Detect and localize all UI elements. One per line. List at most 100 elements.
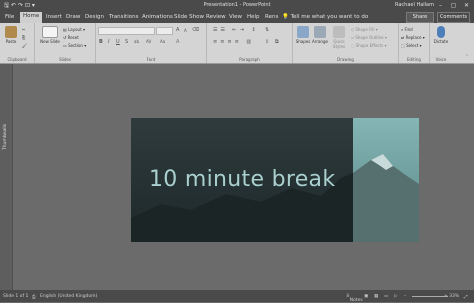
shapes-icon (297, 26, 309, 38)
slide-sorter-icon[interactable]: ▦ (374, 294, 378, 299)
tab-slide-show[interactable]: Slide Show (171, 13, 207, 21)
character-spacing-button[interactable]: AV (146, 39, 151, 44)
arrange-button[interactable]: Arrange (311, 26, 329, 44)
reading-view-icon[interactable]: ▭ (384, 294, 388, 299)
maximize-button[interactable]: ▢ (447, 0, 460, 11)
collapse-ribbon-icon[interactable]: ˄ (466, 54, 468, 59)
bold-button[interactable]: B (99, 39, 103, 45)
section-label: Section (68, 43, 83, 48)
slideshow-view-icon[interactable]: ▷ (394, 294, 397, 299)
thumbnails-pane[interactable]: › Thumbnails (0, 64, 13, 290)
paste-label: Paste (5, 39, 17, 44)
select-button[interactable]: ⬚ Select ▾ (401, 43, 422, 48)
underline-button[interactable]: U (116, 39, 120, 45)
clear-formatting-icon[interactable]: ⌫ (192, 27, 199, 33)
list-buttons-icon[interactable]: ☰☰ ⇤⇥ ↕ (213, 27, 259, 33)
alignment-buttons-icon[interactable]: ≡≡≡≡ ▥ (213, 39, 254, 45)
reset-button[interactable]: ↺ Reset (63, 35, 79, 40)
paragraph-group: ☰☰ ⇤⇥ ↕ ⇅ ≡≡≡≡ ▥ ⇳ ⧉ Paragraph (207, 23, 293, 63)
replace-label: Replace (405, 35, 422, 40)
italic-button[interactable]: I (108, 39, 109, 45)
spellcheck-icon[interactable]: ⎙ (32, 294, 36, 300)
font-size-box[interactable] (156, 27, 173, 35)
slide-canvas[interactable]: 10 minute break (131, 118, 419, 242)
normal-view-icon[interactable]: ▣ (364, 294, 368, 299)
quick-styles-icon (333, 26, 345, 38)
editing-group: ⌕ Find ⇄ Replace ▾ ⬚ Select ▾ Editing (399, 23, 430, 63)
copy-icon[interactable]: ⎘ (22, 35, 25, 40)
tab-review[interactable]: Review (203, 13, 229, 21)
ribbon-tabs: File Home Insert Draw Design Transitions… (0, 11, 474, 23)
tab-rens[interactable]: Rens (262, 13, 281, 21)
language-indicator[interactable]: English (United Kingdom) (40, 294, 97, 299)
font-name-box[interactable] (98, 27, 155, 35)
align-text-icon[interactable]: ⇳ (265, 39, 269, 45)
slide-title[interactable]: 10 minute break (149, 167, 335, 192)
minimize-button[interactable]: – (434, 0, 447, 11)
drawing-group: Shapes Arrange Quick Styles ◇ Shape Fill… (293, 23, 399, 63)
strikethrough-button[interactable]: S (125, 39, 128, 45)
format-painter-icon[interactable]: 🖌 (22, 43, 27, 48)
arrange-label: Arrange (312, 39, 328, 44)
slides-group: New Slide ▤ Layout ▾ ↺ Reset ▭ Section ▾… (35, 23, 96, 63)
shape-effects-button[interactable]: ◌ Shape Effects ▾ (351, 43, 386, 48)
notes-button[interactable]: ≙ Notes (346, 294, 363, 303)
title-bar: 🖫 ↶ ↷ ⊡ ▾ Presentation1 - PowerPoint Rac… (0, 0, 474, 11)
shape-fill-button[interactable]: ◇ Shape Fill ▾ (351, 27, 378, 32)
tab-insert[interactable]: Insert (43, 13, 65, 21)
font-group-label: Font (146, 57, 156, 62)
change-case-button[interactable]: Aa (160, 39, 165, 44)
new-slide-icon (42, 26, 58, 38)
shrink-font-button[interactable]: A (184, 28, 187, 33)
find-button[interactable]: ⌕ Find (401, 27, 413, 32)
zoom-level[interactable]: + 33% (444, 294, 459, 299)
paste-button[interactable]: Paste (3, 26, 19, 44)
layout-label: Layout (68, 27, 82, 32)
quick-styles-button[interactable]: Quick Styles (329, 26, 349, 49)
dictate-button[interactable]: Dictate (432, 26, 450, 44)
dictate-label: Dictate (433, 39, 449, 44)
clipboard-group-label: Clipboard (7, 57, 27, 62)
cut-icon[interactable]: ✂ (22, 27, 25, 32)
replace-button[interactable]: ⇄ Replace ▾ (401, 35, 425, 40)
section-button[interactable]: ▭ Section ▾ (63, 43, 86, 48)
font-color-button[interactable]: A (176, 39, 179, 45)
tab-help[interactable]: Help (244, 13, 263, 21)
tab-view[interactable]: View (226, 13, 245, 21)
comments-button[interactable]: Comments (437, 12, 470, 23)
shapes-button[interactable]: Shapes (295, 26, 311, 44)
close-button[interactable]: ✕ (460, 0, 473, 11)
shadow-button[interactable]: ab (134, 39, 139, 44)
tab-file[interactable]: File (2, 13, 17, 21)
tab-draw[interactable]: Draw (63, 13, 83, 21)
tell-me-text: Tell me what you want to do (290, 14, 369, 20)
tell-me-search[interactable]: 💡 Tell me what you want to do (282, 14, 368, 20)
shape-outline-button[interactable]: ▱ Shape Outline ▾ (351, 35, 387, 40)
fit-slide-icon[interactable]: ⤢ (464, 294, 468, 300)
grow-font-button[interactable]: A (176, 27, 179, 33)
status-bar: Slide 1 of 1 ⎙ English (United Kingdom) … (0, 290, 474, 303)
thumbnails-label: Thumbnails (3, 123, 8, 150)
share-button[interactable]: Share (406, 12, 434, 23)
slides-group-label: Slides (59, 57, 71, 62)
tab-design[interactable]: Design (82, 13, 107, 21)
find-label: Find (404, 27, 413, 32)
smartart-icon[interactable]: ⧉ (275, 39, 279, 45)
tab-home[interactable]: Home (20, 12, 43, 23)
shapes-label: Shapes (295, 39, 311, 44)
ribbon: Paste ✂ ⎘ 🖌 Clipboard New Slide ▤ Layout… (0, 23, 474, 64)
voice-group-label: Voice (435, 57, 447, 62)
text-direction-icon[interactable]: ⇅ (265, 27, 269, 33)
new-slide-button[interactable]: New Slide (39, 26, 61, 44)
tab-transitions[interactable]: Transitions (106, 13, 141, 21)
zoom-out-icon[interactable]: – (404, 294, 406, 299)
layout-button[interactable]: ▤ Layout ▾ (63, 27, 85, 32)
editing-group-label: Editing (407, 57, 421, 62)
user-name[interactable]: Rachael Hallam (395, 2, 434, 8)
paragraph-group-label: Paragraph (239, 57, 260, 62)
font-group: A A ⌫ B I U S ab AV Aa A Font (96, 23, 207, 63)
paste-icon (5, 26, 17, 38)
zoom-slider[interactable] (412, 296, 448, 297)
notes-label: Notes (349, 298, 363, 303)
slide-counter: Slide 1 of 1 (3, 294, 29, 299)
